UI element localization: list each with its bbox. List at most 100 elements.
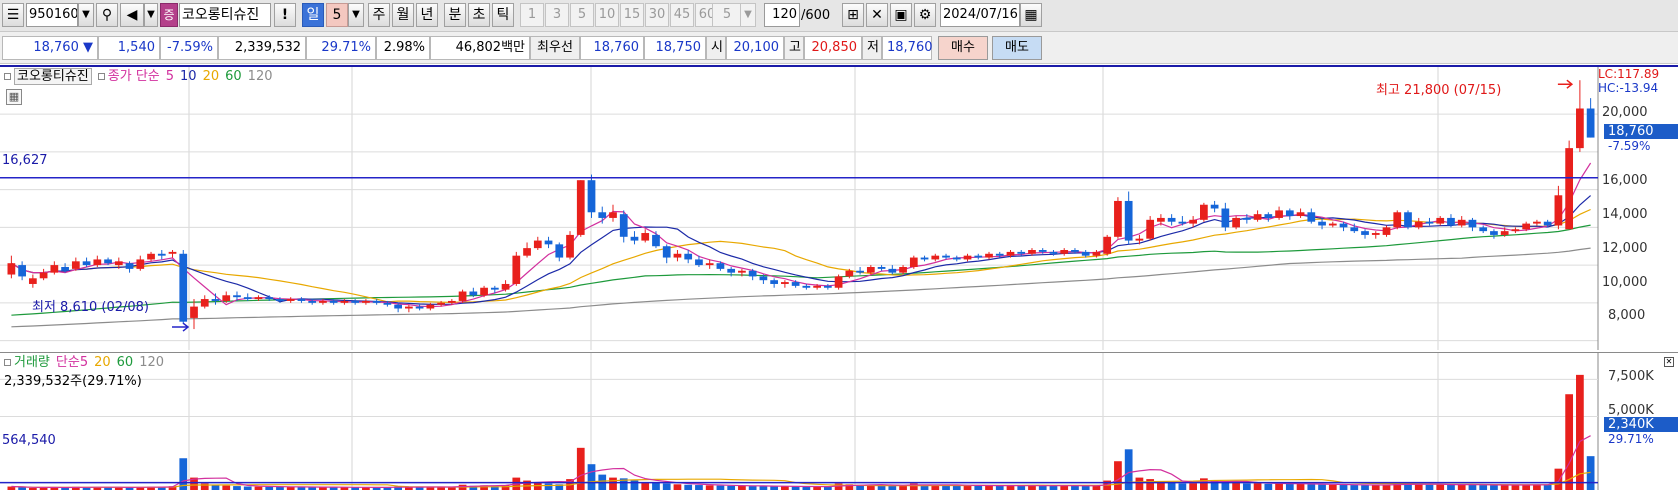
period-month-button[interactable]: 월	[392, 3, 414, 27]
ref-line-value: 16,627	[2, 153, 48, 168]
close-icon[interactable]: ✕	[1664, 357, 1674, 367]
date-input[interactable]: 2024/07/16	[940, 3, 1020, 27]
candle-body	[609, 212, 617, 218]
volume-bar	[222, 485, 231, 490]
volume-bar	[1296, 483, 1305, 490]
indicator-add-icon[interactable]: ⊞	[842, 3, 864, 27]
ask-price: 18,760	[580, 36, 644, 60]
volume-bar	[705, 485, 714, 490]
crosshair-icon[interactable]: ✕	[866, 3, 888, 27]
candle-body	[490, 287, 499, 290]
period-day-button[interactable]: 일	[302, 3, 324, 27]
interval-select[interactable]: 5	[712, 3, 742, 27]
candle-body	[1275, 210, 1283, 218]
candle-body	[1586, 108, 1595, 138]
trading-chart-window: ☰ 950160 ▼ ⚲ ◀ ▼ 증 코오롱티슈진 ! 일 5 ▼ 주 월 년 …	[0, 0, 1678, 490]
low-arrow-icon	[172, 322, 190, 332]
volume-bar	[1543, 484, 1552, 490]
table-view-icon[interactable]: ▦	[6, 89, 22, 105]
candle-body	[1146, 219, 1155, 239]
candle-body	[1425, 221, 1434, 224]
calendar-icon[interactable]: ▦	[1020, 3, 1042, 27]
period-second-button[interactable]: 초	[468, 3, 490, 27]
candle-body	[630, 236, 639, 241]
chevron-down-icon[interactable]: ▼	[144, 3, 158, 27]
candle-body	[104, 259, 112, 264]
candle-body	[1328, 223, 1337, 226]
candle-body	[566, 234, 574, 258]
buy-button[interactable]: 매수	[938, 36, 988, 60]
y-tick: 10,000	[1602, 275, 1648, 290]
candle-body	[222, 295, 231, 301]
price-legend-title: 종가 단순	[107, 69, 160, 84]
y-tick: 20,000	[1602, 105, 1648, 120]
stock-code-input[interactable]: 950160	[26, 3, 78, 27]
volume-bar	[1135, 477, 1144, 490]
search-icon[interactable]: ⚲	[96, 3, 118, 27]
candle-body	[1479, 227, 1488, 232]
current-price-value: 18,760	[33, 40, 79, 55]
period-week-button[interactable]: 주	[368, 3, 390, 27]
candle-body	[1436, 217, 1445, 224]
chevron-down-icon[interactable]: ▼	[740, 3, 756, 27]
volume-bar	[1081, 485, 1090, 490]
candle-body	[308, 300, 317, 303]
candle-body	[662, 246, 671, 258]
save-icon[interactable]: ▣	[890, 3, 912, 27]
period-year-button[interactable]: 년	[416, 3, 438, 27]
candle-body	[1285, 210, 1294, 217]
market-badge: 증	[160, 3, 178, 27]
candle-body	[458, 291, 467, 301]
current-volume-label: 2,339,532주(29.71%)	[4, 374, 142, 389]
gear-icon[interactable]: ⚙	[914, 3, 936, 27]
alert-button[interactable]: !	[274, 3, 296, 27]
volume-bar	[1554, 468, 1563, 490]
menu-icon[interactable]: ☰	[2, 3, 24, 27]
candle-body	[211, 299, 220, 301]
candle-body	[1511, 229, 1520, 232]
interval-button-3[interactable]: 3	[545, 3, 569, 27]
candle-body	[297, 299, 306, 301]
interval-button-1[interactable]: 1	[520, 3, 544, 27]
candle-body	[147, 253, 155, 260]
candle-body	[576, 180, 585, 235]
low-label: 저	[862, 36, 882, 60]
candle-body	[823, 285, 832, 288]
interval-button-30[interactable]: 30	[645, 3, 669, 27]
volume-bar	[1404, 484, 1412, 490]
candle-body	[480, 287, 488, 296]
interval-button-10[interactable]: 10	[595, 3, 619, 27]
candle-body	[1049, 251, 1058, 254]
candle-body	[866, 266, 875, 273]
ma10-line	[11, 195, 1591, 305]
candle-body	[1060, 250, 1069, 254]
period-number-field[interactable]: 5	[326, 3, 348, 27]
candle-body	[652, 234, 660, 247]
volume-chart-pane[interactable]: 거래량 단순5 20 60 120 2,339,532주(29.71%) 564,540…	[0, 352, 1678, 490]
stock-name-field[interactable]: 코오롱티슈진	[179, 3, 271, 27]
volume-bar	[1436, 484, 1445, 490]
turnover-pct: 29.71%	[306, 36, 376, 60]
candle-body	[974, 255, 983, 258]
candle-body	[770, 280, 779, 284]
period-tick-button[interactable]: 틱	[492, 3, 514, 27]
interval-button-5[interactable]: 5	[570, 3, 594, 27]
candle-body	[340, 300, 349, 303]
volume-bar	[791, 486, 800, 490]
chevron-down-icon[interactable]: ▼	[78, 3, 94, 27]
high-annotation: 최고 21,800 (07/15)	[1376, 83, 1502, 98]
volume-bar	[781, 486, 789, 490]
candle-body	[673, 253, 682, 258]
price-chart-pane[interactable]: 코오롱티슈진 종가 단순 5 10 20 60 120 ▦ LC:117.89 HC:-13…	[0, 65, 1678, 350]
chevron-down-icon[interactable]: ▼	[348, 3, 364, 27]
candle-body	[1221, 208, 1230, 228]
price-chart-name[interactable]: 코오롱티슈진	[14, 68, 92, 85]
speaker-icon[interactable]: ◀	[120, 3, 144, 27]
legend-marker-icon	[4, 73, 11, 80]
interval-button-45[interactable]: 45	[670, 3, 694, 27]
period-minute-button[interactable]: 분	[444, 3, 466, 27]
candle-body	[1382, 227, 1391, 235]
interval-button-15[interactable]: 15	[620, 3, 644, 27]
sell-button[interactable]: 매도	[992, 36, 1042, 60]
bar-count-input[interactable]: 120	[764, 3, 800, 27]
